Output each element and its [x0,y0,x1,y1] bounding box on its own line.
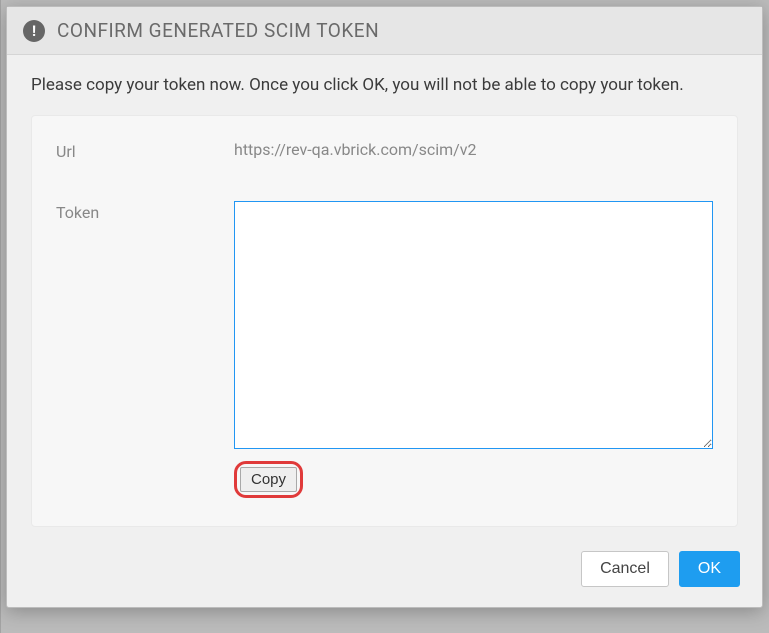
url-value: https://rev-qa.vbrick.com/scim/v2 [234,140,713,161]
confirm-token-dialog: ! CONFIRM GENERATED SCIM TOKEN Please co… [6,6,763,608]
dialog-footer: Cancel OK [7,535,762,607]
token-textarea[interactable] [234,201,713,449]
modal-overlay: ! CONFIRM GENERATED SCIM TOKEN Please co… [0,0,769,633]
dialog-body: Please copy your token now. Once you cli… [7,55,762,535]
ok-button[interactable]: OK [679,551,740,587]
dialog-header: ! CONFIRM GENERATED SCIM TOKEN [7,7,762,55]
token-row: Token Copy [56,201,713,498]
url-label: Url [56,140,234,161]
copy-highlight: Copy [234,461,303,498]
exclamation-icon: ! [23,20,45,42]
cancel-button[interactable]: Cancel [581,551,669,587]
dialog-title: CONFIRM GENERATED SCIM TOKEN [57,19,379,42]
token-panel: Url https://rev-qa.vbrick.com/scim/v2 To… [31,115,738,527]
copy-button[interactable]: Copy [240,467,297,492]
token-label: Token [56,201,234,498]
instruction-text: Please copy your token now. Once you cli… [31,75,738,95]
url-row: Url https://rev-qa.vbrick.com/scim/v2 [56,140,713,161]
